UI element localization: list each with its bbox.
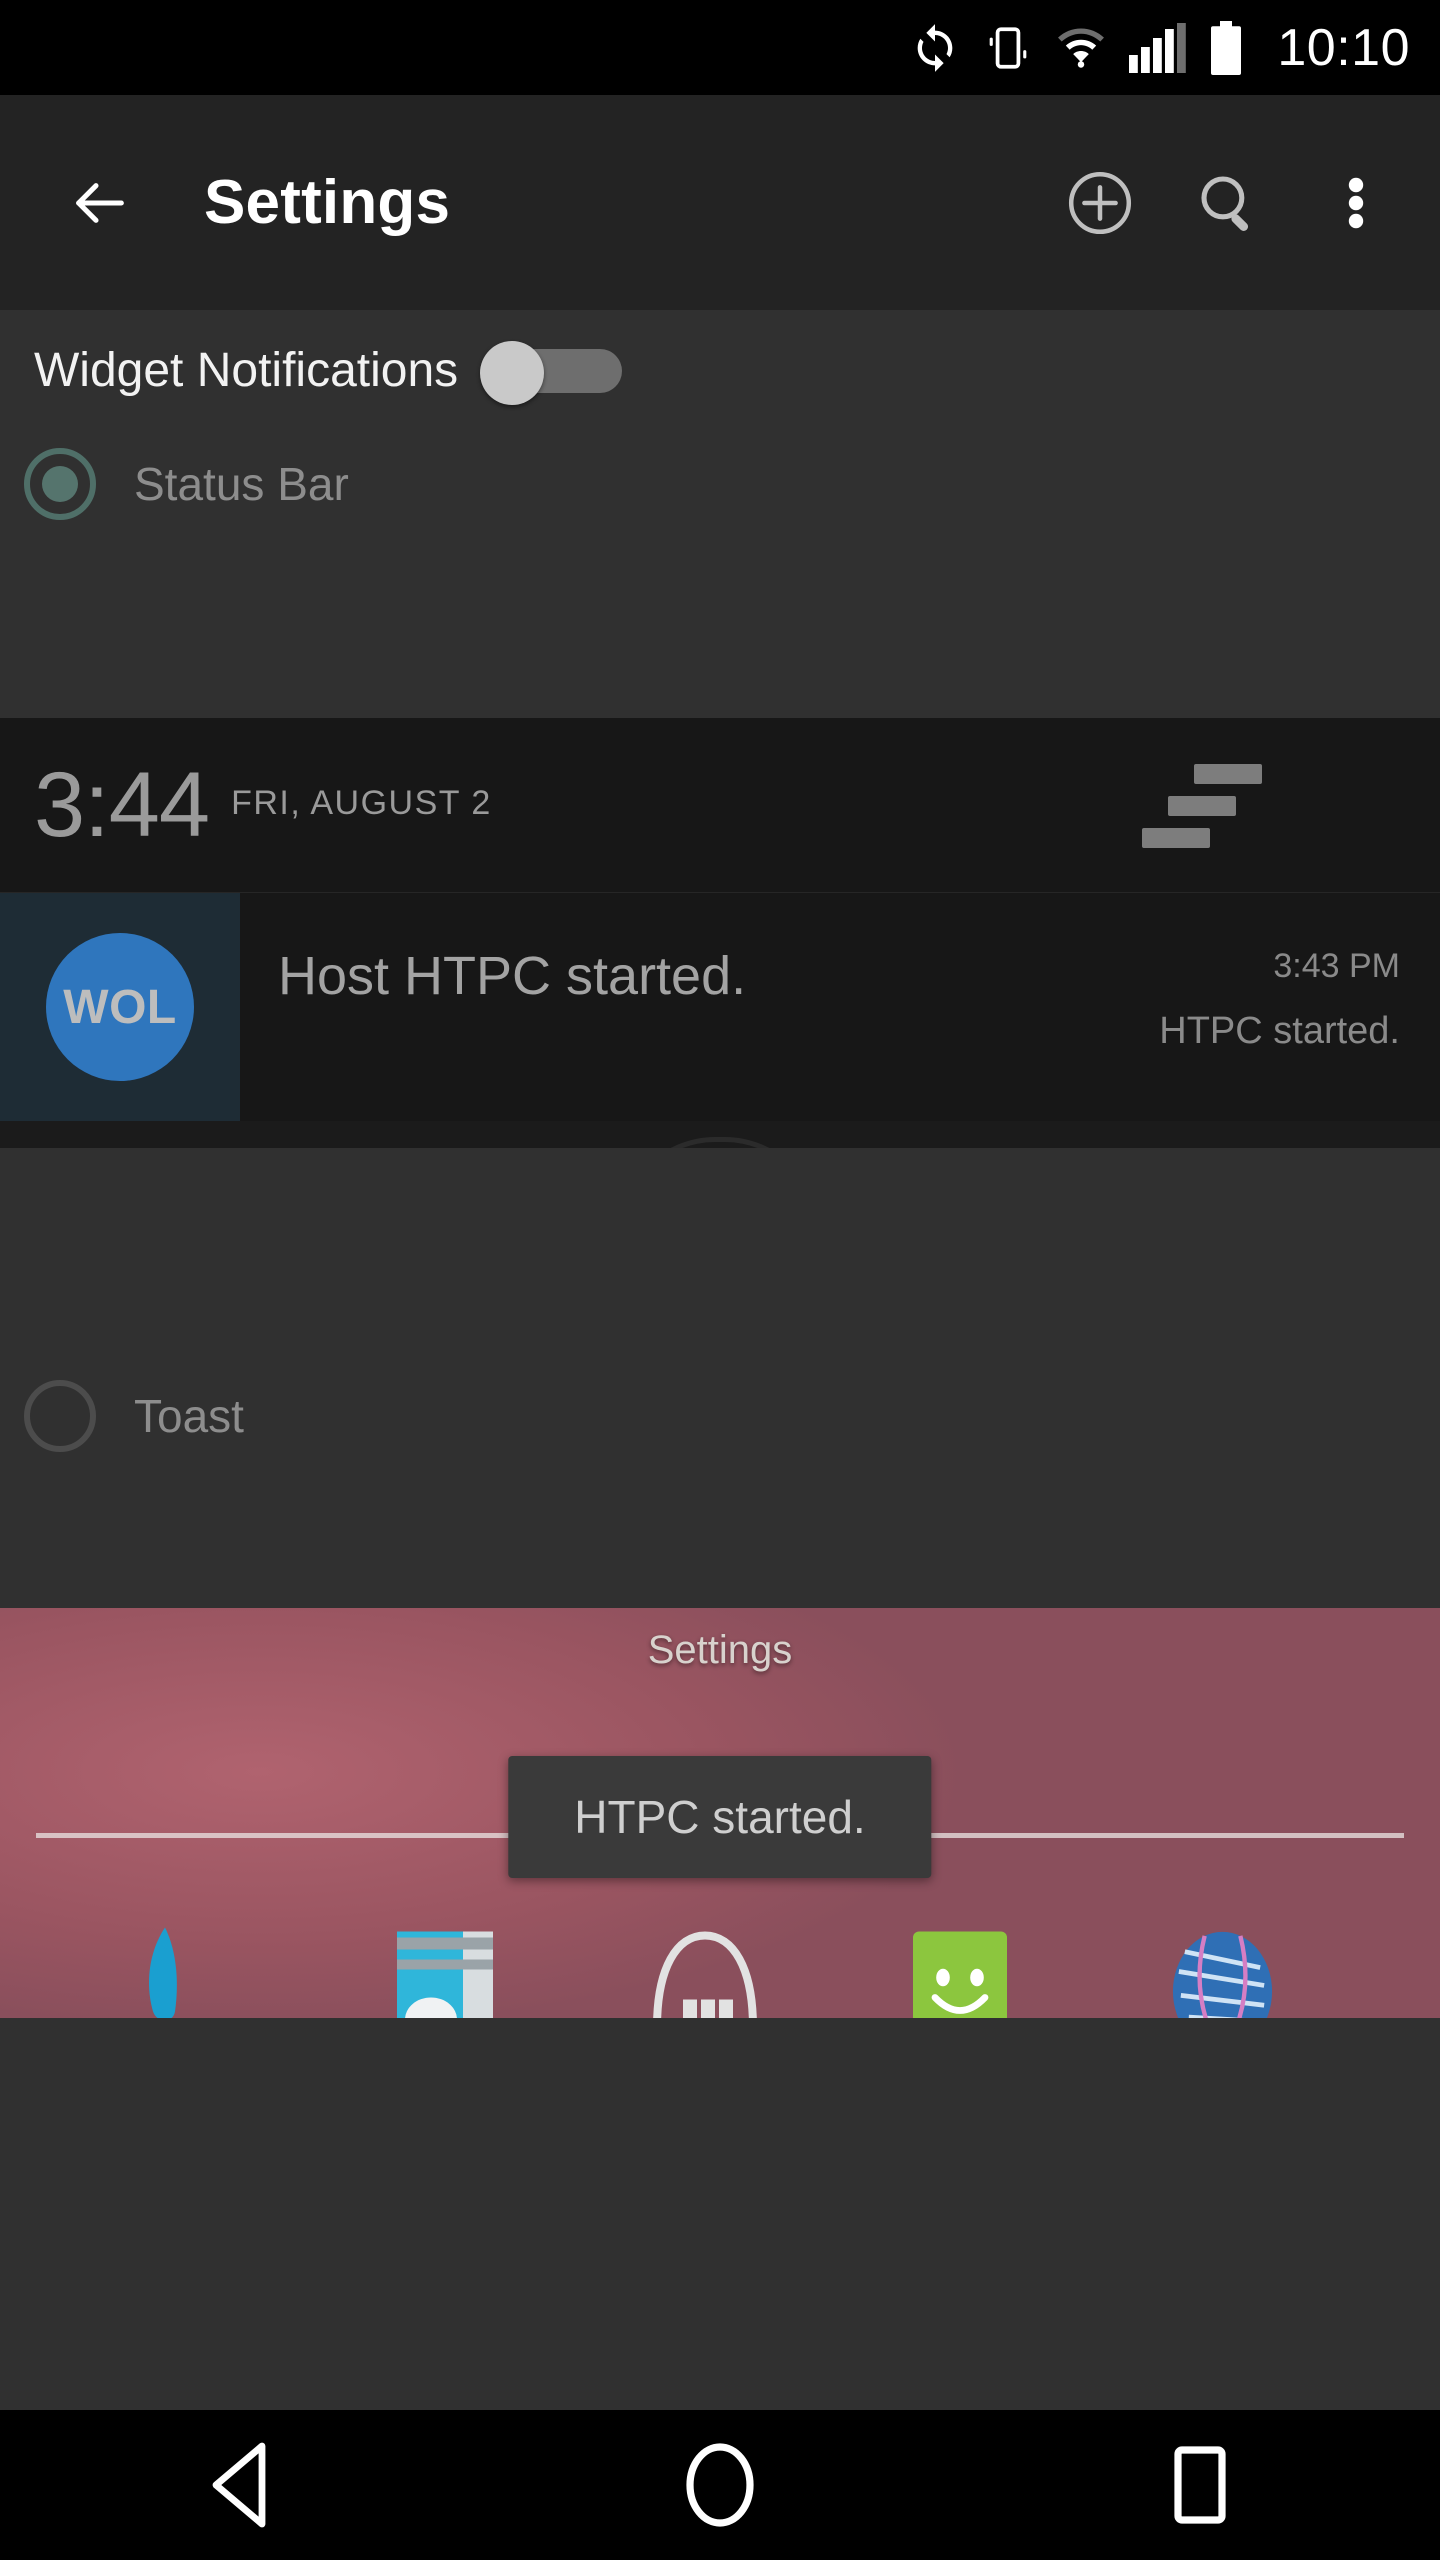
- vibrate-icon: [983, 23, 1033, 73]
- status-bar-preview: 3:44 FRI, AUGUST 2 WOL Host HTPC started…: [0, 718, 1440, 1148]
- home-page-label: Settings: [647, 1628, 793, 1672]
- notification-meta: 3:43 PM HTPC started.: [1159, 947, 1400, 1053]
- wifi-icon: [1055, 22, 1107, 74]
- camera-icon[interactable]: [385, 1923, 535, 2018]
- add-icon[interactable]: [1036, 139, 1164, 267]
- back-arrow-icon[interactable]: [68, 171, 132, 235]
- radio-inner-dot: [42, 466, 78, 502]
- notification-shade-handle[interactable]: [0, 1121, 1440, 1148]
- android-screen: 10:10 Settings Widget Notifications Stat…: [0, 0, 1440, 2560]
- option-status-bar-label: Status Bar: [134, 458, 349, 510]
- search-icon[interactable]: [1164, 139, 1292, 267]
- toast-preview: Settings HTPC started.: [0, 1608, 1440, 2018]
- recents-nav-icon[interactable]: [1110, 2410, 1290, 2560]
- home-dock: [0, 1923, 1440, 2018]
- radio-selected-icon[interactable]: [24, 448, 96, 520]
- notification-time: 3:43 PM: [1273, 947, 1400, 985]
- status-bar-clock: 10:10: [1277, 18, 1410, 77]
- wol-icon: WOL: [46, 933, 194, 1081]
- toggle-thumb: [480, 341, 545, 405]
- overflow-menu-icon[interactable]: [1292, 139, 1420, 267]
- preview-clock-row: 3:44 FRI, AUGUST 2: [0, 718, 1440, 893]
- option-toast-label: Toast: [134, 1390, 244, 1442]
- browser-icon[interactable]: [1165, 1923, 1315, 2018]
- quick-settings-icon[interactable]: [1142, 760, 1262, 850]
- messaging-icon[interactable]: [905, 1923, 1055, 2018]
- signal-icon: [1129, 22, 1187, 73]
- phone-icon[interactable]: [125, 1923, 275, 2018]
- sync-icon: [909, 22, 961, 74]
- preview-date: FRI, AUGUST 2: [231, 783, 492, 822]
- action-bar: Settings: [0, 95, 1440, 310]
- home-nav-icon[interactable]: [630, 2410, 810, 2560]
- settings-content: Widget Notifications Status Bar: [0, 310, 1440, 2410]
- preview-notification[interactable]: WOL Host HTPC started. 3:43 PM HTPC star…: [0, 893, 1440, 1121]
- toast-text: HTPC started.: [574, 1791, 866, 1843]
- notification-subtitle: HTPC started.: [1159, 1010, 1400, 1052]
- back-nav-icon[interactable]: [150, 2410, 330, 2560]
- widget-notifications-label: Widget Notifications: [34, 343, 459, 397]
- option-status-bar[interactable]: Status Bar: [0, 430, 1440, 538]
- toast-message: HTPC started.: [508, 1756, 932, 1878]
- app-drawer-icon[interactable]: [645, 1923, 795, 2018]
- notification-body: Host HTPC started. 3:43 PM HTPC started.: [240, 893, 1440, 1121]
- page-title: Settings: [204, 168, 451, 237]
- notification-app-icon: WOL: [0, 893, 240, 1121]
- action-bar-actions: [1036, 139, 1440, 267]
- navigation-bar: [0, 2410, 1440, 2560]
- battery-icon: [1209, 20, 1243, 75]
- widget-notifications-toggle[interactable]: [480, 341, 623, 405]
- toast-option-container: Toast: [0, 1362, 1440, 1470]
- widget-notifications-row[interactable]: Widget Notifications: [0, 310, 1440, 430]
- radio-unselected-icon[interactable]: [24, 1380, 96, 1452]
- option-toast[interactable]: Toast: [0, 1362, 1440, 1470]
- preview-clock: 3:44: [34, 753, 210, 856]
- status-bar: 10:10: [0, 0, 1440, 95]
